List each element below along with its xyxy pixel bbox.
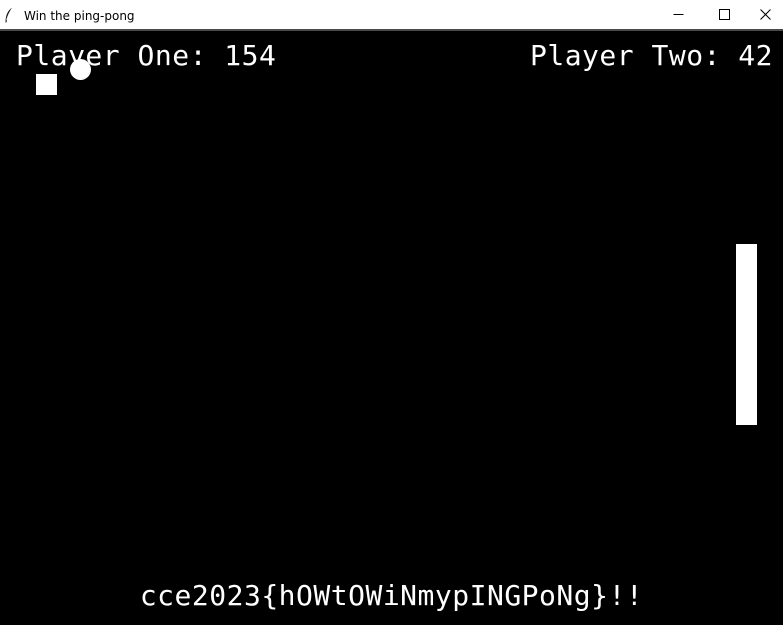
minimize-icon [673, 5, 684, 24]
player-two-score: Player Two: 42 [529, 39, 773, 72]
game-canvas[interactable]: Player One: 154 Player Two: 42 cce2023{h… [0, 31, 783, 625]
minimize-button[interactable] [655, 0, 701, 29]
ball [70, 59, 91, 80]
feather-icon [4, 7, 14, 23]
left-paddle [36, 74, 57, 95]
maximize-icon [718, 5, 730, 24]
game-window: Win the ping-pong Player One: 154 Player… [0, 0, 783, 625]
close-icon [759, 5, 771, 24]
flag-message: cce2023{hOWtOWiNmypINGPoNg}!! [139, 579, 644, 612]
window-title: Win the ping-pong [24, 9, 135, 23]
right-paddle [736, 244, 757, 425]
player-one-score: Player One: 154 [16, 39, 277, 72]
title-bar[interactable]: Win the ping-pong [0, 0, 783, 31]
close-button[interactable] [747, 0, 783, 29]
maximize-button[interactable] [701, 0, 747, 29]
